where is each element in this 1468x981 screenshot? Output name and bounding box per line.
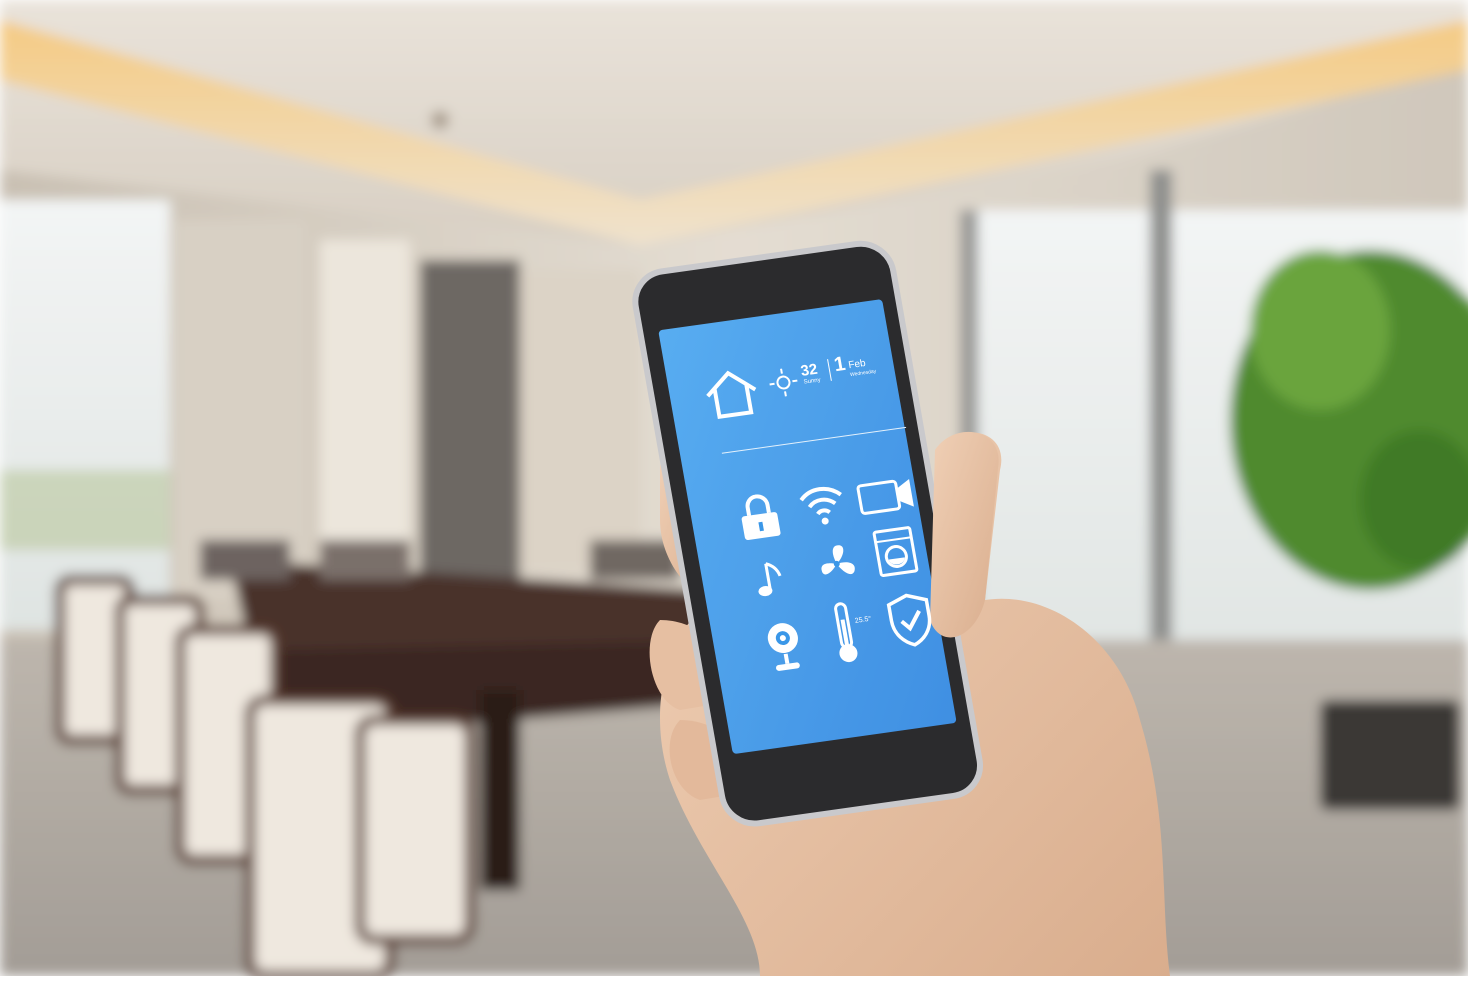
date-day: 1: [832, 352, 848, 377]
lock-icon[interactable]: [734, 491, 786, 547]
sun-icon: [766, 366, 802, 405]
header-divider: [827, 359, 832, 381]
thermo-reading: 25.5°: [854, 615, 872, 625]
photo-frame: 32 Sunny 1 Feb Wednesday 25.5°: [0, 0, 1468, 981]
wifi-icon[interactable]: [794, 478, 850, 535]
shield-check-icon[interactable]: [883, 589, 939, 656]
webcam-icon[interactable]: [760, 618, 810, 682]
weather-label: Sunny: [803, 377, 822, 386]
thermometer-icon[interactable]: [828, 600, 864, 671]
washing-machine-icon[interactable]: [872, 525, 921, 583]
fan-icon[interactable]: [811, 539, 863, 593]
music-note-icon[interactable]: [751, 558, 789, 607]
video-camera-icon[interactable]: [855, 475, 918, 523]
screen-divider: [721, 426, 907, 454]
home-icon[interactable]: [700, 365, 765, 427]
